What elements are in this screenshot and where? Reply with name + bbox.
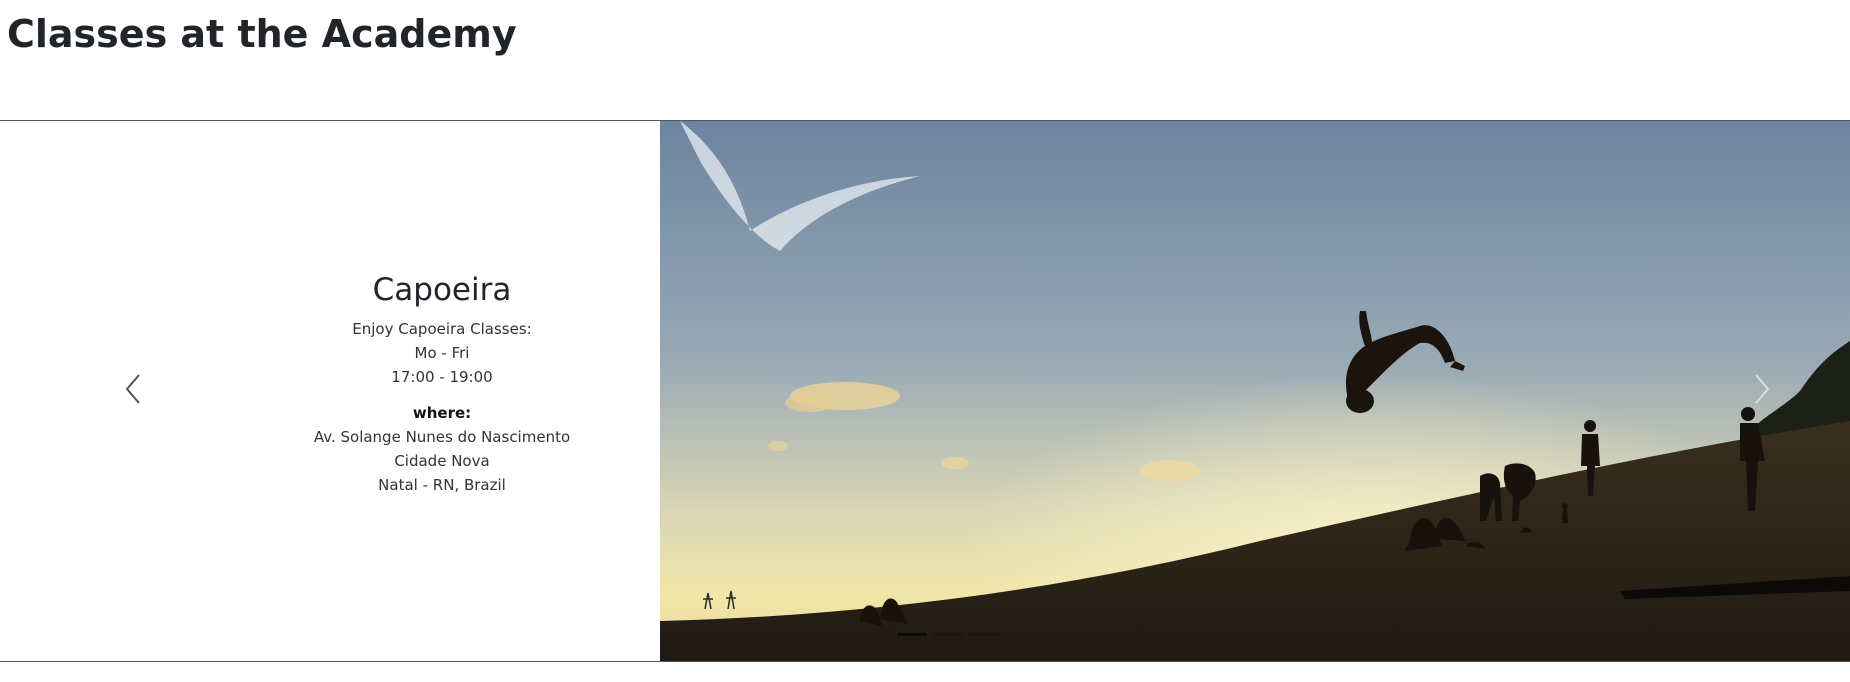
slide-info-panel: Capoeira Enjoy Capoeira Classes: Mo - Fr… (0, 121, 660, 661)
slide-caption: Capoeira Enjoy Capoeira Classes: Mo - Fr… (262, 269, 622, 497)
carousel-indicator[interactable] (933, 633, 963, 636)
class-name: Capoeira (372, 272, 512, 308)
slide-photo (660, 121, 1850, 661)
carousel-indicator[interactable] (969, 633, 999, 636)
class-carousel: Capoeira Enjoy Capoeira Classes: Mo - Fr… (0, 120, 1850, 662)
page-title: Classes at the Academy (7, 12, 517, 56)
address-district: Cidade Nova (394, 452, 490, 470)
where-label: where: (412, 404, 472, 422)
chevron-left-icon (123, 372, 143, 411)
carousel-prev-button[interactable] (113, 361, 153, 421)
schedule-time: 17:00 - 19:00 (391, 368, 493, 386)
address-city: Natal - RN, Brazil (378, 476, 506, 494)
chevron-right-icon (1752, 372, 1772, 411)
address-street: Av. Solange Nunes do Nascimento (313, 428, 571, 446)
schedule-intro: Enjoy Capoeira Classes: (352, 320, 532, 338)
carousel-indicator[interactable] (897, 633, 927, 636)
carousel-indicators (897, 633, 999, 636)
carousel-next-button[interactable] (1742, 361, 1782, 421)
schedule-days: Mo - Fri (414, 344, 470, 362)
